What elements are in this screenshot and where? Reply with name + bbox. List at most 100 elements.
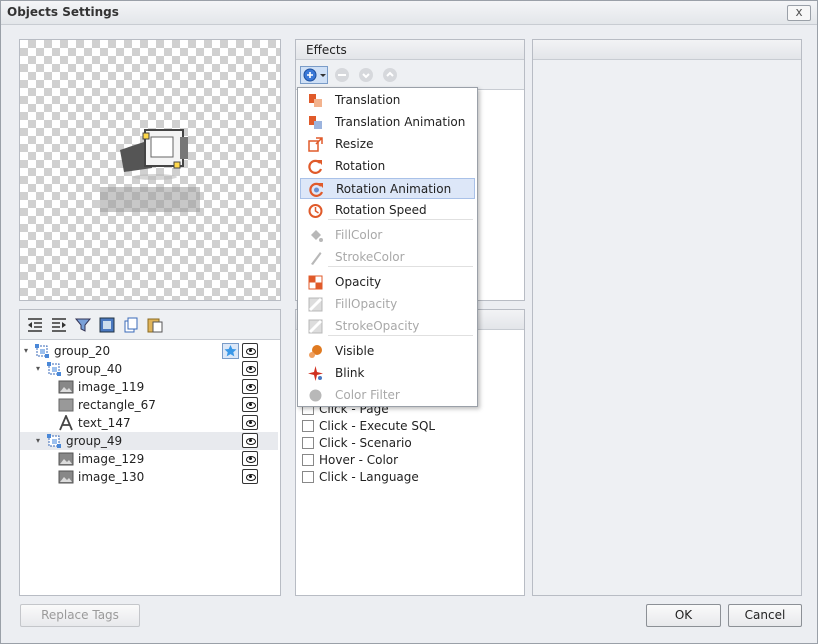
tree-item-label: group_20: [54, 344, 111, 358]
move-up-icon[interactable]: [382, 67, 398, 83]
add-effect-menu: Translation Translation Animation Resize Ro…: [297, 87, 478, 407]
visibility-eye-icon[interactable]: [242, 379, 258, 394]
fill-color-icon: [311, 230, 323, 242]
star-icon[interactable]: [222, 343, 239, 359]
remove-effect-icon[interactable]: [334, 67, 350, 83]
translation-animation-icon: [309, 116, 322, 129]
menu-item-label: Translation Animation: [335, 115, 466, 129]
group-icon: [35, 344, 49, 358]
menu-item: Color Filter: [300, 385, 475, 406]
menu-separator: [328, 219, 473, 220]
rotation-animation-icon: [309, 182, 324, 197]
tree-item[interactable]: ▾ group_49: [20, 432, 278, 450]
tree-item[interactable]: ▾ group_20: [20, 342, 278, 360]
window-title: Objects Settings: [7, 5, 119, 19]
menu-item[interactable]: Translation Animation: [300, 112, 475, 133]
menu-item: FillOpacity: [300, 294, 475, 315]
menu-item[interactable]: Rotation: [300, 156, 475, 177]
paste-icon[interactable]: [146, 316, 164, 334]
event-item[interactable]: Click - Language: [302, 468, 419, 485]
menu-item: StrokeOpacity: [300, 316, 475, 337]
translation-icon: [309, 94, 322, 107]
visibility-eye-icon[interactable]: [242, 469, 258, 484]
image-icon: [58, 452, 74, 466]
menu-item[interactable]: Rotation Animation: [300, 178, 475, 199]
event-checkbox[interactable]: [302, 436, 314, 449]
menu-item-label: Rotation Animation: [336, 182, 452, 196]
menu-separator: [328, 335, 473, 336]
object-tree: ▾ group_20 ▾ group_40 image_119 rectangle_67 t…: [20, 340, 280, 595]
tree-item-label: rectangle_67: [78, 398, 156, 412]
event-checkbox[interactable]: [302, 470, 314, 483]
tree-item[interactable]: ▾ group_40: [20, 360, 278, 378]
objects-settings-window: Objects Settings x ▾ group_20 ▾ group_40…: [0, 0, 818, 644]
object-preview: [19, 39, 281, 301]
group-icon: [47, 434, 61, 448]
group-icon: [47, 362, 61, 376]
move-down-icon[interactable]: [358, 67, 374, 83]
visible-icon: [309, 345, 322, 358]
menu-item-label: Visible: [335, 344, 375, 358]
menu-item[interactable]: Opacity: [300, 272, 475, 293]
menu-item: StrokeColor: [300, 247, 475, 268]
opacity-icon: [308, 275, 323, 290]
text-icon: [59, 413, 73, 431]
replace-tags-button[interactable]: Replace Tags: [20, 604, 140, 627]
tree-item[interactable]: image_130: [20, 468, 278, 486]
cancel-button[interactable]: Cancel: [728, 604, 802, 627]
menu-item-label: FillOpacity: [335, 297, 398, 311]
visibility-eye-icon[interactable]: [242, 433, 258, 448]
effects-header: Effects: [296, 40, 524, 60]
image-icon: [58, 380, 74, 394]
menu-item[interactable]: Resize: [300, 134, 475, 155]
select-image-icon[interactable]: [98, 316, 116, 334]
event-label: Click - Scenario: [319, 435, 412, 450]
menu-item-label: Blink: [335, 366, 365, 380]
menu-item[interactable]: Visible: [300, 341, 475, 362]
visibility-eye-icon[interactable]: [242, 343, 258, 358]
tree-item-label: image_130: [78, 470, 145, 484]
visibility-eye-icon[interactable]: [242, 415, 258, 430]
effects-toolbar: [296, 60, 524, 90]
tree-toolbar: [20, 310, 280, 340]
add-effect-dropdown-icon[interactable]: [300, 66, 328, 84]
menu-item: FillColor: [300, 225, 475, 246]
menu-item[interactable]: Blink: [300, 363, 475, 384]
event-item[interactable]: Click - Scenario: [302, 434, 412, 451]
rotation-speed-icon: [308, 204, 323, 218]
menu-item-label: Rotation: [335, 159, 386, 173]
indent-right-icon[interactable]: [50, 316, 68, 334]
menu-item[interactable]: Translation: [300, 90, 475, 111]
resize-icon: [308, 137, 323, 152]
object-tree-panel: ▾ group_20 ▾ group_40 image_119 rectangle_67 t…: [19, 309, 281, 596]
tree-item[interactable]: image_119: [20, 378, 278, 396]
copy-icon[interactable]: [122, 316, 140, 334]
expander-arrow-icon[interactable]: ▾: [36, 364, 40, 373]
expander-arrow-icon[interactable]: ▾: [36, 436, 40, 445]
tree-item[interactable]: text_147: [20, 413, 278, 432]
close-button[interactable]: x: [787, 5, 811, 21]
event-checkbox[interactable]: [302, 419, 314, 432]
menu-separator: [328, 266, 473, 267]
tree-item[interactable]: rectangle_67: [20, 396, 278, 414]
rotation-icon: [308, 159, 323, 174]
tree-item[interactable]: image_129: [20, 450, 278, 468]
event-item[interactable]: Click - Execute SQL: [302, 417, 435, 434]
visibility-eye-icon[interactable]: [242, 397, 258, 412]
fill-opacity-icon: [308, 297, 323, 312]
visibility-eye-icon[interactable]: [242, 451, 258, 466]
ok-button[interactable]: OK: [646, 604, 721, 627]
indent-left-icon[interactable]: [26, 316, 44, 334]
event-label: Click - Execute SQL: [319, 418, 436, 433]
event-checkbox[interactable]: [302, 453, 314, 466]
visibility-eye-icon[interactable]: [242, 361, 258, 376]
tree-item-label: group_49: [66, 434, 123, 448]
expander-arrow-icon[interactable]: ▾: [24, 346, 28, 355]
menu-item-label: FillColor: [335, 228, 383, 242]
event-item[interactable]: Hover - Color: [302, 451, 398, 468]
menu-item[interactable]: Rotation Speed: [300, 200, 475, 221]
color-filter-icon: [309, 389, 322, 402]
blink-icon: [308, 366, 323, 381]
event-label: Hover - Color: [319, 452, 399, 467]
filter-icon[interactable]: [74, 316, 92, 334]
